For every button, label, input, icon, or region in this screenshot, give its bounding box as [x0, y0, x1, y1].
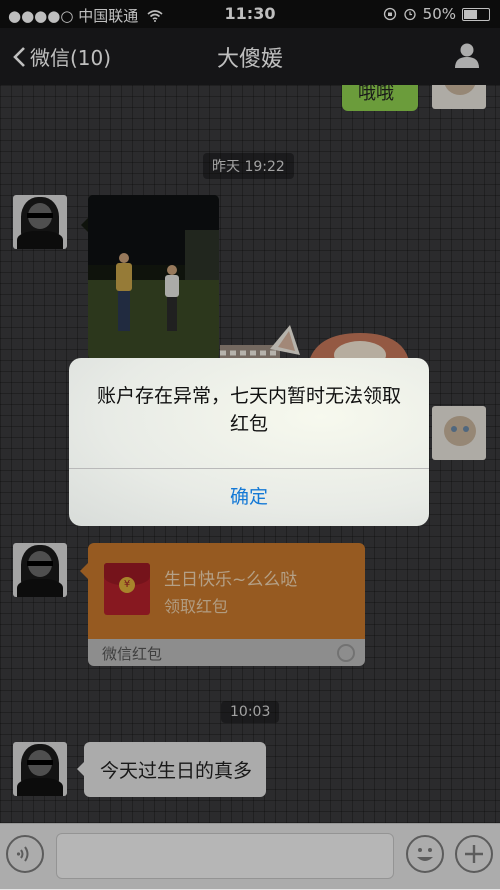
- confirm-button[interactable]: 确定: [69, 469, 429, 526]
- alert-message: 账户存在异常，七天内暂时无法领取红包: [96, 385, 401, 435]
- alert-dialog: 账户存在异常，七天内暂时无法领取红包 确定: [69, 358, 429, 526]
